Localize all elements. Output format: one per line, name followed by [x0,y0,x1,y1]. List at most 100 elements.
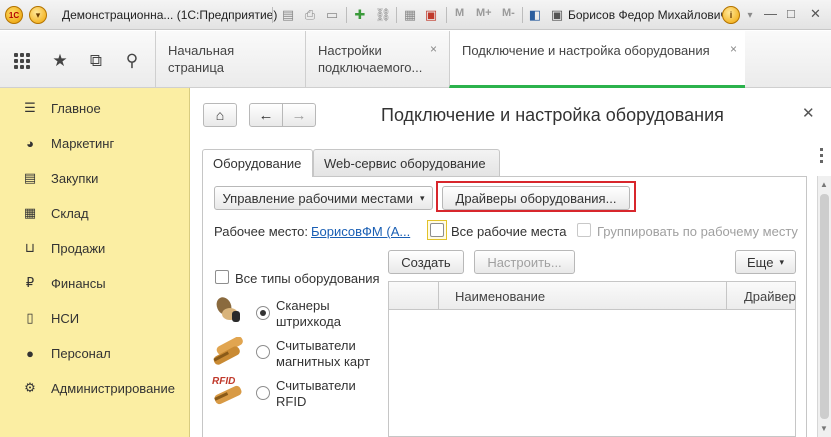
column-divider [726,282,727,310]
chevron-down-icon: ▾ [419,192,425,203]
ruble-icon: ₽ [25,275,35,290]
form-title: Подключение и настройка оборудования [381,105,724,125]
search-icon[interactable]: ⚲ [122,51,142,71]
tab-label: Начальная страница [168,43,235,75]
panel-icon[interactable]: ◧ [527,7,543,23]
open-windows-bar: ★ ⧉ ⚲ Начальная страница Настройки подкл… [0,31,831,88]
user-name[interactable]: Борисов Федор Михайлович [568,8,727,22]
sidebar-item-finance[interactable]: ₽ Финансы [0,271,190,295]
tab-web-service[interactable]: Web-сервис оборудование [313,149,500,176]
magnetic-card-reader-radio[interactable] [256,345,270,359]
sidebar-item-marketing[interactable]: ◕ Маркетинг [0,131,190,155]
sidebar-item-administration[interactable]: ⚙ Администрирование [0,376,190,400]
toolbar-divider [446,7,447,23]
back-button[interactable]: ← [249,103,283,127]
toolbar-divider [272,7,273,23]
sidebar-item-label: Финансы [51,275,106,291]
sidebar-item-warehouse[interactable]: ▦ Склад [0,201,190,225]
form-scrollbar[interactable]: ▲ ▼ [817,176,831,437]
memory-minus-button[interactable]: M- [502,7,515,19]
sidebar-item-label: Закупки [51,170,99,186]
close-form-icon[interactable]: ✕ [802,104,815,122]
column-divider [438,282,439,310]
memory-button[interactable]: M [455,7,464,19]
favorite-icon[interactable]: ✚ [352,7,368,23]
more-button[interactable]: Еще ▾ [735,250,796,274]
close-window-button[interactable]: ✕ [810,6,821,22]
apps-grid-icon[interactable] [12,51,32,71]
history-icon[interactable]: ⧉ [86,51,106,71]
sidebar-item-main[interactable]: ☰ Главное [0,96,190,120]
group-by-workplace-label: Группировать по рабочему месту [597,224,798,239]
group-by-workplace-checkbox[interactable] [577,223,591,237]
manage-workplaces-button[interactable]: Управление рабочими местами ▾ [214,186,433,210]
preview-icon[interactable]: ▭ [324,7,340,23]
print-icon[interactable]: ⎙ [302,7,318,23]
rfid-reader-icon: RFID [210,376,246,410]
device-type-label: Считыватели [276,338,356,353]
purchases-icon: ▤ [23,170,37,185]
sidebar-item-sales[interactable]: ⊔ Продажи [0,236,190,260]
home-icon: ⌂ [215,107,225,123]
title-bar: 1С ▾ Демонстрационна... (1С:Предприятие)… [0,0,831,30]
calendar-icon[interactable]: ▣ [423,7,439,23]
chevron-down-icon[interactable]: ▾ [742,7,758,23]
button-label: Еще [747,254,774,270]
sidebar-item-label: Администрирование [51,380,175,396]
form-more-icon[interactable] [820,148,823,166]
tab-label: Подключение и настройка оборудования [462,43,710,58]
arrow-right-icon: → [291,106,307,124]
sidebar-item-reference[interactable]: ▯ НСИ [0,306,190,330]
gear-icon: ⚙ [24,380,36,395]
app-logo-icon[interactable]: 1С [5,6,23,24]
device-type-label: штрихкода [276,314,341,329]
configure-button[interactable]: Настроить... [474,250,575,274]
scroll-thumb[interactable] [820,194,829,419]
tab-close-icon[interactable]: × [430,41,437,58]
minimize-button[interactable]: — [764,6,777,21]
tab-equipment-settings[interactable]: Настройки подключаемого... × [305,31,445,88]
main-menu-icon[interactable]: ▾ [29,6,47,24]
star-icon[interactable]: ★ [50,51,70,71]
toolbar-divider [396,7,397,23]
all-types-checkbox[interactable] [215,270,229,284]
person-icon: ● [26,345,34,361]
create-button[interactable]: Создать [388,250,464,274]
device-type-label: магнитных карт [276,354,371,369]
tab-equipment-connection[interactable]: Подключение и настройка оборудования × [449,31,745,88]
column-header-driver[interactable]: Драйвер [744,289,796,304]
equipment-table[interactable]: Наименование Драйвер [388,281,796,437]
scroll-down-icon[interactable]: ▼ [820,424,828,433]
save-icon[interactable]: ▤ [280,7,296,23]
all-workplaces-label: Все рабочие места [451,224,567,239]
all-types-label: Все типы оборудования [235,271,380,286]
reference-icon: ▯ [26,310,34,325]
column-header-name[interactable]: Наименование [455,289,545,304]
link-icon[interactable]: ⛓ [375,7,392,23]
document-icon[interactable]: ▦ [402,7,418,23]
equipment-drivers-button[interactable]: Драйверы оборудования... [442,186,630,210]
button-label: Управление рабочими местами [222,190,413,206]
barcode-scanner-icon [216,297,240,322]
maximize-button[interactable]: □ [787,6,795,21]
tab-equipment[interactable]: Оборудование [202,149,313,177]
info-icon[interactable]: i [722,6,740,24]
memory-plus-button[interactable]: M+ [476,7,492,19]
barcode-scanner-radio[interactable] [256,306,270,320]
sidebar-item-label: Главное [51,100,101,116]
forward-button[interactable]: → [282,103,316,127]
workplace-link[interactable]: БорисовФМ (А... [311,224,410,239]
all-workplaces-checkbox[interactable] [430,223,444,237]
home-button[interactable]: ⌂ [203,103,237,127]
tab-close-icon[interactable]: × [730,41,737,58]
rfid-reader-radio[interactable] [256,386,270,400]
sidebar-item-personnel[interactable]: ● Персонал [0,341,190,365]
arrow-left-icon: ← [258,106,274,124]
tab-label: Настройки подключаемого... [318,43,423,75]
tab-home-page[interactable]: Начальная страница [155,31,305,88]
sidebar-item-purchases[interactable]: ▤ Закупки [0,166,190,190]
toolbar-divider [346,7,347,23]
user-icon: ▣ [550,7,564,22]
scroll-up-icon[interactable]: ▲ [820,180,828,189]
magnetic-card-reader-icon [213,337,243,365]
